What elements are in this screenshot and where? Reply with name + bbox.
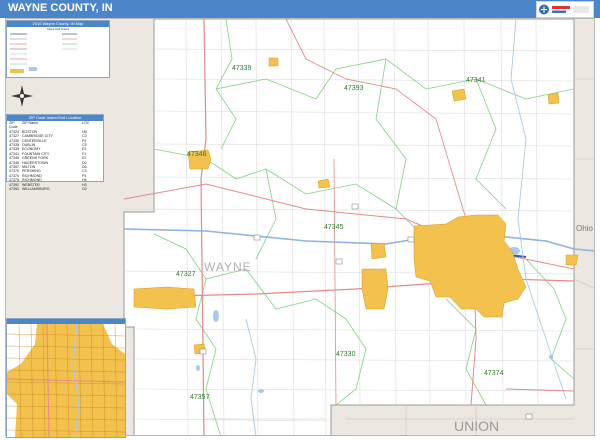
inset-map-graphic — [7, 323, 125, 437]
city-east-edge — [565, 254, 579, 266]
zip-label-47341: 47341 — [466, 77, 486, 84]
city-cambridge-city — [133, 286, 197, 310]
zip-index-rows: 47324 BOSTON H6 47327 CAMBRIDGE CITY C3 47330 C… — [7, 130, 103, 192]
zip-label-47330: 47330 — [336, 351, 356, 358]
publisher-logo — [536, 1, 594, 18]
neighbor-label-union: UNION — [454, 418, 499, 434]
zip-index: ZIP Code Index/Grid Location ZIP Code ZI… — [6, 114, 104, 191]
city-east-germantown — [370, 242, 387, 260]
inset-map[interactable] — [6, 318, 126, 438]
neighbor-label-ohio: Ohio — [576, 224, 593, 233]
zip-index-header: ZIP Code ZIP Name LOC — [7, 121, 103, 130]
city-fountain-city — [451, 88, 467, 102]
title-bar: WAYNE COUNTY, IN — [0, 0, 600, 18]
county-label: WAYNE — [204, 260, 252, 274]
zip-label-47339: 47339 — [232, 65, 252, 72]
zip-label-47393: 47393 — [344, 85, 364, 92]
legend-symbols — [10, 33, 77, 73]
logo-graphic — [539, 4, 589, 15]
zip-label-47327: 47327 — [176, 271, 196, 278]
county-area — [123, 19, 575, 435]
name-col-header: ZIP Name — [22, 121, 39, 125]
zip-label-47345: 47345 — [324, 224, 344, 231]
city-economy — [268, 57, 279, 67]
legend-box: 2016 Wayne County, IN Map Cities and Tow… — [6, 20, 110, 78]
zip-label-47374: 47374 — [484, 370, 504, 377]
zip-name: WILLIAMSBURG — [22, 187, 50, 192]
zip-index-row: 47393 WILLIAMSBURG G2 — [7, 187, 103, 191]
zip-col-header: ZIP Code — [9, 121, 18, 130]
zip-label-47357: 47357 — [190, 394, 210, 401]
city-williamsburg — [547, 92, 560, 105]
city-centerville — [361, 268, 389, 310]
compass-rose-icon — [10, 84, 34, 108]
zip-label-47346: 47346 — [187, 151, 207, 158]
loc-col-header: LOC — [82, 121, 90, 125]
zip-code: 47393 — [9, 187, 19, 192]
map-title: WAYNE COUNTY, IN — [8, 2, 113, 14]
zip-grid: G2 — [82, 187, 87, 192]
